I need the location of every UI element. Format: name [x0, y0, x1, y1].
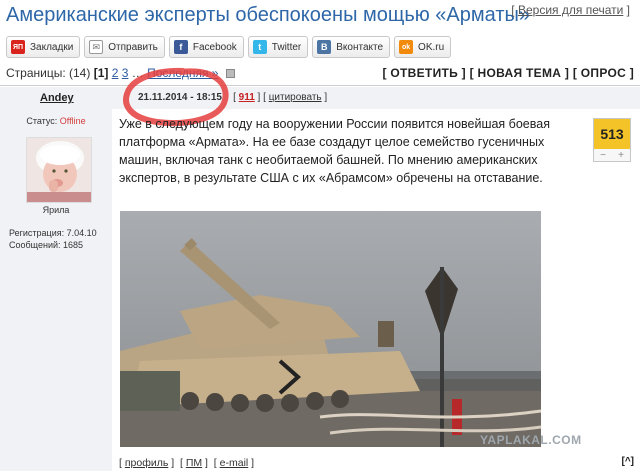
status-value: Offline [59, 116, 86, 126]
avatar[interactable] [26, 137, 92, 203]
pages-ellipsis: … [131, 66, 144, 80]
post-meta: 21.11.2014 - 18:15 [ 911 ] [ цитировать … [138, 92, 328, 103]
avatar-caption: Ярила [42, 205, 70, 215]
to-top-button[interactable]: [^] [622, 456, 635, 467]
share-odnoklassniki-label: OK.ru [418, 41, 445, 53]
post-number-link[interactable]: 911 [239, 92, 255, 103]
pages-count: (14) [69, 66, 91, 80]
share-email-label: Отправить [108, 41, 158, 53]
rating-plus-button[interactable]: + [618, 150, 624, 161]
page-link-2[interactable]: 2 [112, 66, 119, 80]
pages-label: Страницы: [6, 66, 66, 80]
status-label: Статус: [26, 116, 58, 126]
page-link-last[interactable]: Последняя » [147, 66, 218, 80]
vkontakte-icon: В [317, 40, 332, 54]
topic-actions: [ ОТВЕТИТЬ ] [ НОВАЯ ТЕМА ] [ ОПРОС ] [382, 66, 634, 80]
yandex-icon: ЯП [11, 40, 25, 54]
author-name[interactable]: Andey [40, 92, 74, 104]
odnoklassniki-icon: ok [399, 40, 414, 54]
share-facebook-button[interactable]: f Facebook [168, 36, 244, 58]
rating-widget: 513 − + [593, 118, 631, 162]
envelope-icon: ✉ [89, 40, 104, 54]
share-facebook-label: Facebook [192, 41, 237, 53]
share-yandex-button[interactable]: ЯП Закладки [6, 36, 81, 58]
watermark: YAPLAKAL.COM [480, 433, 582, 447]
page-current: [1] [93, 66, 109, 80]
print-version-link[interactable]: [ Версия для печати ] [511, 3, 630, 17]
reply-button[interactable]: [ ОТВЕТИТЬ ] [382, 66, 466, 80]
author-status: Статус: Offline [0, 116, 112, 126]
share-email-button[interactable]: ✉ Отправить [84, 36, 165, 58]
new-topic-button[interactable]: [ НОВАЯ ТЕМА ] [470, 66, 570, 80]
avatar-image [27, 138, 91, 202]
poll-button[interactable]: [ ОПРОС ] [573, 66, 634, 80]
share-yandex-label: Закладки [30, 41, 74, 53]
pagination: Страницы: (14) [1] 2 3 … Последняя » [6, 66, 235, 80]
page-link-3[interactable]: 3 [122, 66, 129, 80]
page-title: Американские эксперты обеспокоены мощью … [6, 4, 530, 26]
share-vkontakte-button[interactable]: В Вконтакте [312, 36, 391, 58]
registration-date: Регистрация: 7.04.10 [9, 228, 97, 238]
post-image[interactable] [120, 211, 541, 447]
print-version-label[interactable]: Версия для печати [518, 3, 623, 17]
facebook-icon: f [173, 40, 188, 54]
pagination-row: Страницы: (14) [1] 2 3 … Последняя » [ О… [0, 60, 640, 86]
message-count: Сообщений: 1685 [9, 240, 84, 250]
email-link[interactable]: e-mail [220, 457, 249, 469]
post-footer-links: [ профиль ] [ ПМ ] [ e-mail ] [119, 457, 255, 469]
quote-link[interactable]: цитировать [269, 92, 322, 103]
share-bar: ЯП Закладки ✉ Отправить f Facebook t Twi… [6, 36, 452, 58]
twitter-icon: t [252, 40, 267, 54]
share-odnoklassniki-button[interactable]: ok OK.ru [394, 36, 452, 58]
post-text: Уже в следующем году на вооружении Росси… [119, 117, 550, 185]
share-vkontakte-label: Вконтакте [336, 41, 384, 53]
rating-minus-button[interactable]: − [600, 150, 606, 161]
tank-photo [120, 211, 541, 447]
page-jump-icon[interactable] [225, 69, 235, 79]
pm-link[interactable]: ПМ [186, 457, 202, 469]
post-date: 21.11.2014 - 18:15 [138, 92, 222, 103]
share-twitter-button[interactable]: t Twitter [247, 36, 309, 58]
profile-link[interactable]: профиль [125, 457, 168, 469]
rating-value: 513 [594, 119, 630, 149]
share-twitter-label: Twitter [271, 41, 302, 53]
